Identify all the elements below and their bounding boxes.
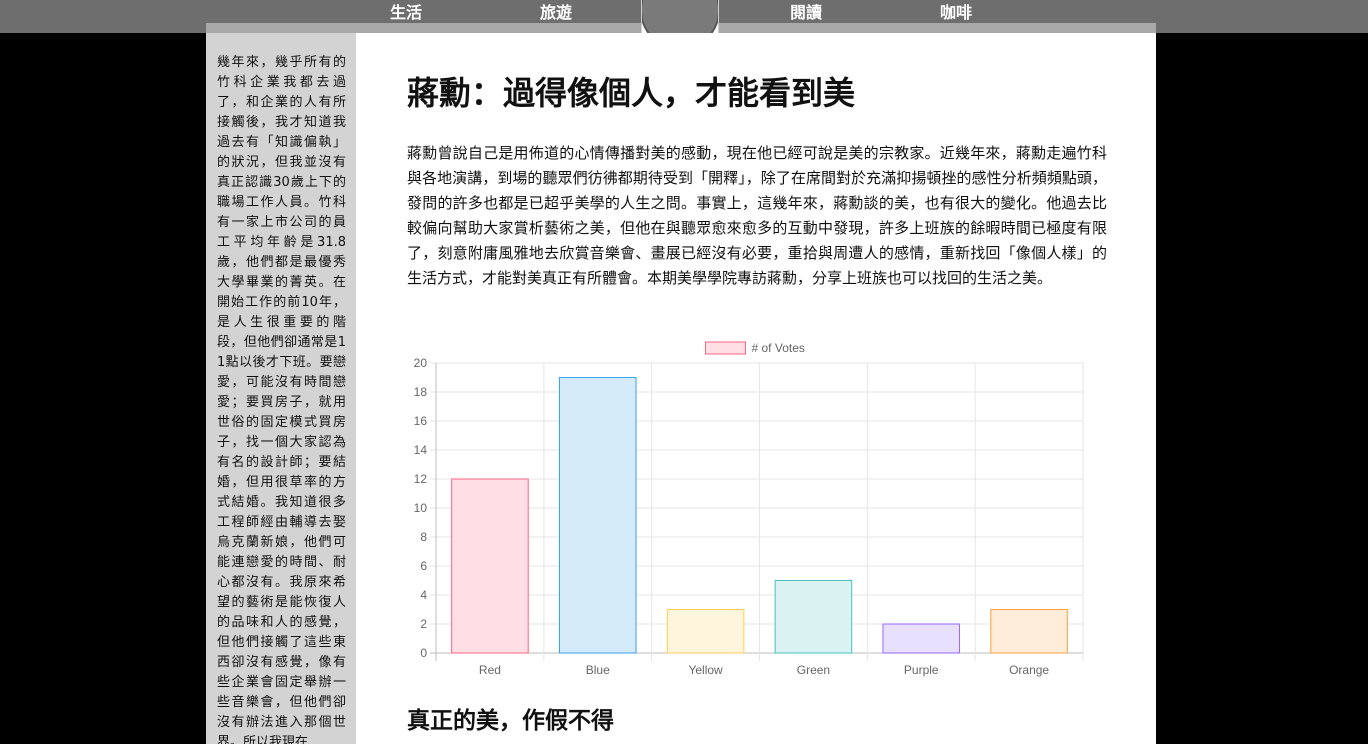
y-tick-label: 4 (420, 588, 427, 602)
y-tick-label: 10 (414, 501, 428, 515)
bar-green (774, 580, 853, 654)
x-tick-label: Green (797, 663, 830, 677)
y-tick-label: 14 (414, 443, 428, 457)
y-tick-label: 0 (420, 646, 427, 660)
y-tick-label: 20 (414, 356, 428, 370)
y-tick-label: 6 (420, 559, 427, 573)
nav-item-coffee[interactable]: 咖啡 (940, 3, 972, 23)
votes-bar-chart: 0 2 4 6 8 10 12 14 16 18 20 Red Blue Yellow Green Purpl… (414, 341, 1084, 677)
y-tick-label: 2 (420, 617, 427, 631)
y-tick-label: 8 (420, 530, 427, 544)
bar-red (451, 478, 529, 654)
bar-blue (558, 377, 637, 654)
nav-item-travel[interactable]: 旅遊 (540, 3, 572, 23)
y-tick-label: 18 (414, 385, 428, 399)
nav-item-life[interactable]: 生活 (390, 3, 422, 23)
section-title: 真正的美，作假不得 (407, 708, 614, 734)
article-main: 蔣勳：過得像個人，才能看到美 蔣勳曾說自己是用佈道的心情傳播對美的感動，現在他已… (356, 33, 1156, 744)
bar-yellow (666, 609, 745, 654)
x-tick-label: Blue (586, 663, 610, 677)
legend-label: # of Votes (752, 341, 805, 355)
y-tick-label: 16 (414, 414, 428, 428)
y-tick-label: 12 (414, 472, 428, 486)
nav-item-reading[interactable]: 閱讀 (790, 3, 822, 23)
bar-purple (882, 623, 961, 654)
sidebar-text: 幾年來，幾乎所有的竹科企業我都去過了，和企業的人有所接觸後，我才知道我過去有「知… (217, 55, 346, 744)
x-tick-label: Orange (1009, 663, 1049, 677)
sidebar: 幾年來，幾乎所有的竹科企業我都去過了，和企業的人有所接觸後，我才知道我過去有「知… (206, 33, 356, 744)
bar-orange (990, 609, 1068, 654)
legend-swatch (705, 341, 746, 355)
article-title: 蔣勳：過得像個人，才能看到美 (407, 74, 856, 112)
article-intro: 蔣勳曾說自己是用佈道的心情傳播對美的感動，現在他已經可說是美的宗教家。近幾年來，… (407, 144, 1107, 287)
x-tick-label: Purple (904, 663, 939, 677)
x-tick-label: Red (479, 663, 501, 677)
x-tick-label: Yellow (688, 663, 723, 677)
